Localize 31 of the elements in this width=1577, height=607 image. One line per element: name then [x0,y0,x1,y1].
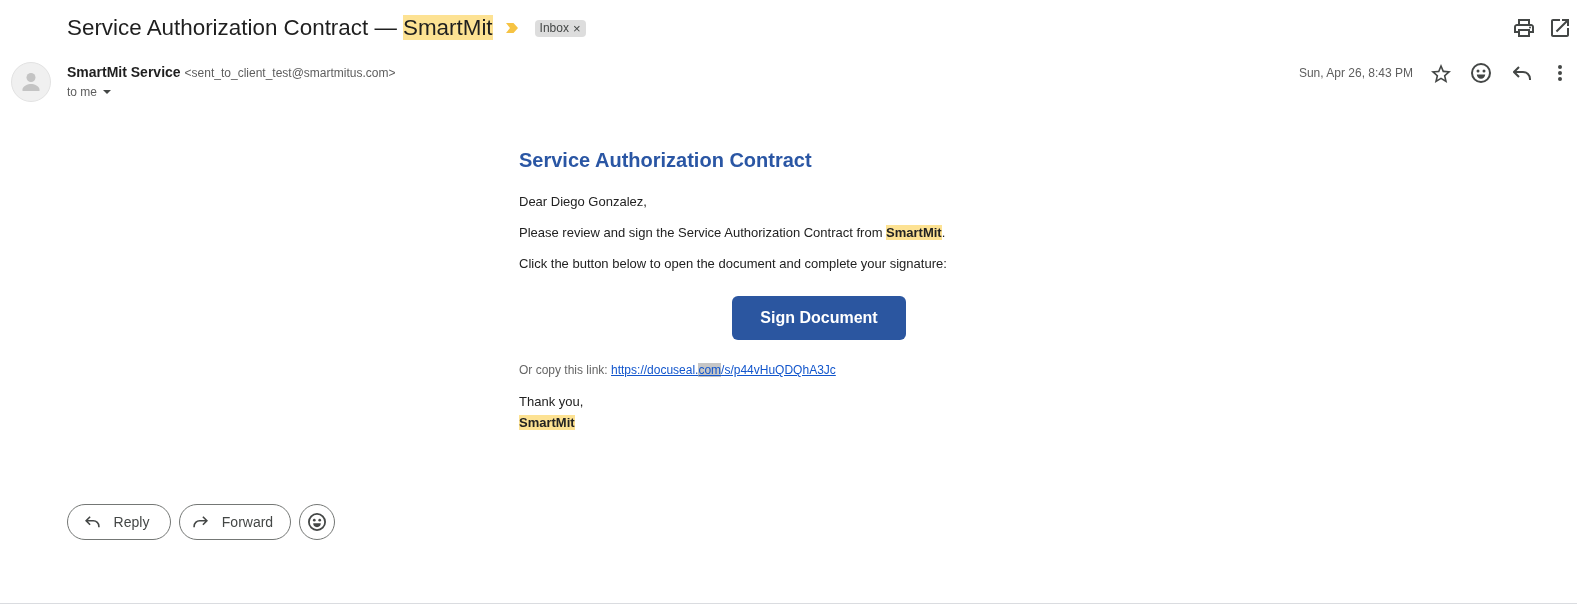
message-paragraph: Click the button below to open the document and complete your signature: [519,255,948,273]
label-text[interactable]: Inbox [539,19,569,37]
forward-button[interactable]: Forward [179,504,291,540]
print-icon[interactable] [1514,19,1534,37]
signature-name: SmartMit [519,415,575,430]
sign-document-button[interactable]: Sign Document [732,296,906,340]
document-link[interactable]: https://docuseal.com/s/p44vHuQDQhA3Jc [611,363,836,377]
closing-text: Thank you, [519,393,585,411]
message-date: Sun, Apr 26, 8:43 PM [1298,65,1413,82]
reply-button[interactable]: Reply [67,504,171,540]
star-icon[interactable] [1431,63,1451,83]
reply-icon [84,516,100,528]
forward-icon [192,516,208,528]
open-in-new-window-icon[interactable] [1551,19,1569,37]
avatar-icon [11,62,51,102]
copy-link-text: Or copy this link: https://docuseal.com/s/p44vHuQDQhA3Jc [519,362,837,378]
sender-email: <sent_to_client_test@smartmitus.com> [184,65,396,82]
caret-icon [103,90,111,94]
message-paragraph: Dear Diego Gonzalez, [519,193,648,211]
message-heading: Service Authorization Contract [519,148,813,172]
more-options-icon[interactable] [1558,65,1562,81]
importance-marker-icon[interactable] [505,23,518,33]
email-subject: Service Authorization Contract — SmartMit [67,14,493,42]
add-reaction-button[interactable] [299,504,335,540]
reply-icon[interactable] [1513,65,1531,81]
sender-name: SmartMit Service [67,63,181,81]
recipient-details-button[interactable]: to me [67,83,396,101]
smiley-icon [308,513,326,531]
add-reaction-icon[interactable] [1471,63,1491,83]
remove-label-button[interactable]: × [572,21,581,35]
message-paragraph: Please review and sign the Service Authorization Contract from SmartMit. [519,224,947,242]
